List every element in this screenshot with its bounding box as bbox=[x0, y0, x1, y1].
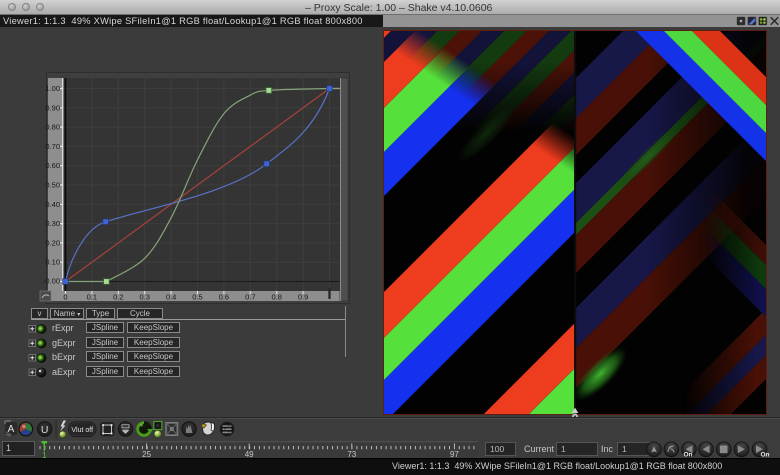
svg-text:0.40: 0.40 bbox=[45, 200, 60, 209]
svg-text:A: A bbox=[8, 424, 15, 435]
svg-text:-0.00: -0.00 bbox=[43, 277, 60, 286]
svg-text:1.00: 1.00 bbox=[45, 84, 60, 93]
svg-text:0.90: 0.90 bbox=[45, 103, 60, 112]
svg-text:U: U bbox=[41, 424, 49, 436]
svg-text:0.70: 0.70 bbox=[45, 142, 60, 151]
svg-text:0.10: 0.10 bbox=[45, 258, 60, 267]
svg-text:0.80: 0.80 bbox=[45, 123, 60, 132]
svg-text:0.30: 0.30 bbox=[45, 219, 60, 228]
svg-text:0.50: 0.50 bbox=[45, 181, 60, 190]
svg-text:Vlut off: Vlut off bbox=[71, 427, 93, 434]
svg-text:0.60: 0.60 bbox=[45, 161, 60, 170]
svg-text:0.20: 0.20 bbox=[45, 238, 60, 247]
